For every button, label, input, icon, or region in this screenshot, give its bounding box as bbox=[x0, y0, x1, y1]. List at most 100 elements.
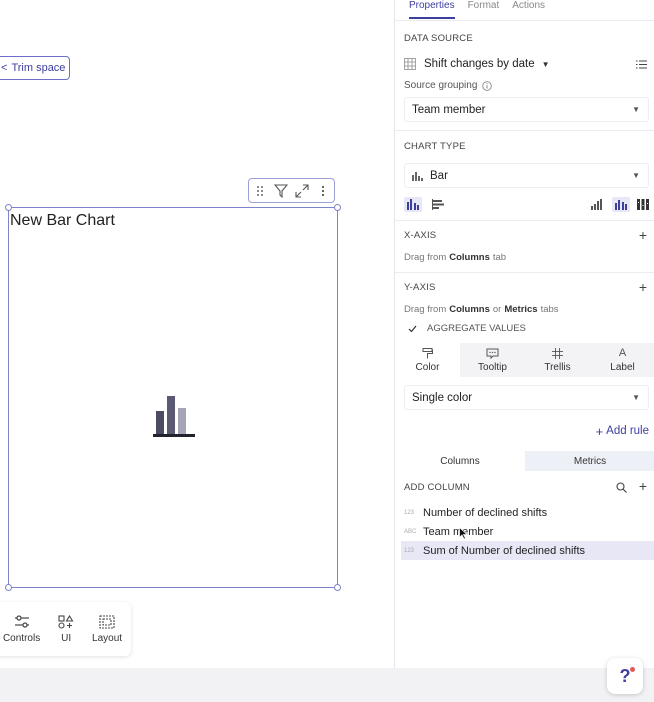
chart-frame[interactable]: New Bar Chart bbox=[5, 204, 341, 591]
resize-handle[interactable] bbox=[5, 584, 12, 591]
divider bbox=[395, 220, 654, 221]
stacked-bar-icon[interactable] bbox=[591, 198, 603, 210]
add-column-title: ADD COLUMN bbox=[404, 482, 470, 493]
tab-columns[interactable]: Columns bbox=[395, 451, 525, 471]
x-axis-hint: Drag from Columns tab bbox=[404, 252, 649, 263]
chevron-left-icon: < bbox=[1, 62, 8, 74]
data-source-name: Shift changes by date bbox=[424, 58, 535, 70]
controls-button[interactable]: Controls bbox=[2, 614, 41, 644]
list-item[interactable]: ABC Team member bbox=[401, 522, 654, 541]
chart-type-value: Bar bbox=[430, 169, 448, 182]
resize-handle[interactable] bbox=[334, 204, 341, 211]
layout-grid-icon bbox=[99, 614, 115, 629]
bar-chart-icon bbox=[412, 171, 423, 181]
aggregate-values-toggle[interactable]: AGGREGATE VALUES bbox=[404, 323, 649, 334]
caret-down-icon[interactable]: ▼ bbox=[542, 60, 550, 69]
paint-roller-icon bbox=[422, 347, 433, 359]
mouse-cursor-icon bbox=[459, 527, 468, 540]
column-type: 123 bbox=[404, 547, 415, 554]
canvas-area: < Trim space New Bar Chart Controls UI L… bbox=[0, 0, 394, 702]
help-icon: ? bbox=[619, 665, 631, 686]
add-rule-label: Add rule bbox=[606, 425, 649, 437]
x-axis-title: X-AXIS bbox=[404, 230, 437, 241]
expand-icon[interactable] bbox=[293, 182, 311, 200]
tab-trellis-label: Trellis bbox=[544, 361, 571, 373]
add-column-icon[interactable]: + bbox=[639, 478, 647, 494]
tab-label-label: Label bbox=[610, 362, 635, 373]
bottom-toolbar: Controls UI Layout bbox=[0, 602, 131, 656]
chevron-down-icon: ▼ bbox=[632, 105, 640, 114]
more-vertical-icon[interactable] bbox=[314, 182, 332, 200]
list-icon[interactable] bbox=[636, 60, 647, 69]
add-y-axis-icon[interactable]: + bbox=[639, 279, 647, 295]
layout-label: Layout bbox=[92, 632, 123, 644]
column-name: Number of declined shifts bbox=[423, 506, 548, 519]
resize-handle[interactable] bbox=[5, 204, 12, 211]
column-type: 123 bbox=[404, 509, 415, 516]
tab-trellis[interactable]: Trellis bbox=[525, 343, 590, 377]
plus-icon: + bbox=[595, 423, 604, 439]
hint-text: or bbox=[492, 304, 502, 315]
hint-text: Drag from bbox=[404, 304, 447, 315]
table-icon bbox=[404, 58, 416, 70]
color-mode-select[interactable]: Single color ▼ bbox=[404, 385, 649, 410]
filter-icon[interactable] bbox=[272, 182, 290, 200]
list-item[interactable]: 123 Number of declined shifts bbox=[401, 503, 654, 522]
info-icon[interactable] bbox=[482, 80, 493, 91]
controls-label: Controls bbox=[2, 632, 41, 644]
grouped-bar-icon[interactable] bbox=[612, 196, 630, 212]
hint-text: Drag from bbox=[404, 252, 447, 263]
trim-space-button[interactable]: < Trim space bbox=[0, 56, 70, 80]
message-icon bbox=[486, 348, 499, 359]
percent-bar-icon[interactable] bbox=[637, 198, 649, 210]
tab-properties[interactable]: Properties bbox=[409, 0, 455, 19]
tab-label[interactable]: A Label bbox=[590, 343, 654, 377]
hint-bold: Columns bbox=[449, 304, 490, 315]
data-source-row[interactable]: Shift changes by date ▼ bbox=[404, 56, 649, 72]
add-rule-button[interactable]: + Add rule bbox=[404, 423, 649, 439]
tab-metrics[interactable]: Metrics bbox=[525, 451, 654, 471]
tab-actions[interactable]: Actions bbox=[512, 0, 545, 19]
data-source-title: DATA SOURCE bbox=[404, 33, 473, 44]
ui-button[interactable]: UI bbox=[58, 614, 74, 644]
divider bbox=[395, 20, 654, 21]
horizontal-bar-icon[interactable] bbox=[432, 198, 444, 210]
aggregate-values-label: AGGREGATE VALUES bbox=[427, 323, 526, 334]
y-axis-title: Y-AXIS bbox=[404, 282, 436, 293]
source-grouping-value: Team member bbox=[412, 103, 486, 116]
text-a-icon: A bbox=[618, 347, 627, 359]
hint-bold: Columns bbox=[449, 252, 490, 263]
vertical-bar-icon[interactable] bbox=[404, 196, 422, 212]
check-icon bbox=[408, 325, 417, 333]
add-x-axis-icon[interactable]: + bbox=[639, 227, 647, 243]
tab-tooltip[interactable]: Tooltip bbox=[460, 343, 525, 377]
source-grouping-row: Source grouping bbox=[404, 80, 649, 91]
properties-panel: Properties Format Actions DATA SOURCE Sh… bbox=[394, 0, 654, 668]
trim-space-label: Trim space bbox=[11, 62, 66, 74]
layout-button[interactable]: Layout bbox=[92, 614, 123, 644]
tab-format[interactable]: Format bbox=[468, 0, 500, 19]
resize-handle[interactable] bbox=[334, 584, 341, 591]
list-item[interactable]: 123 Sum of Number of declined shifts bbox=[401, 541, 654, 560]
column-type: ABC bbox=[404, 528, 417, 535]
status-bar bbox=[0, 668, 654, 702]
search-icon[interactable] bbox=[616, 482, 627, 493]
hint-text: tabs bbox=[540, 304, 559, 315]
ui-label: UI bbox=[61, 632, 72, 644]
sliders-icon bbox=[14, 614, 30, 629]
help-button[interactable]: ? bbox=[607, 658, 643, 694]
drag-handle-icon[interactable] bbox=[251, 182, 269, 200]
chevron-down-icon: ▼ bbox=[632, 171, 640, 180]
chart-toolbar bbox=[248, 178, 335, 203]
hint-bold: Metrics bbox=[504, 304, 538, 315]
y-axis-hint: Drag from Columns or Metrics tabs bbox=[404, 304, 649, 315]
divider bbox=[395, 272, 654, 273]
source-grouping-select[interactable]: Team member ▼ bbox=[404, 97, 649, 122]
tab-tooltip-label: Tooltip bbox=[478, 361, 507, 373]
trellis-icon bbox=[552, 347, 563, 359]
chart-type-select[interactable]: Bar ▼ bbox=[404, 163, 649, 188]
tab-color[interactable]: Color bbox=[395, 343, 460, 377]
chart-variant-row bbox=[404, 195, 649, 213]
bar-chart-placeholder-icon bbox=[153, 395, 195, 438]
source-grouping-label: Source grouping bbox=[404, 80, 478, 91]
